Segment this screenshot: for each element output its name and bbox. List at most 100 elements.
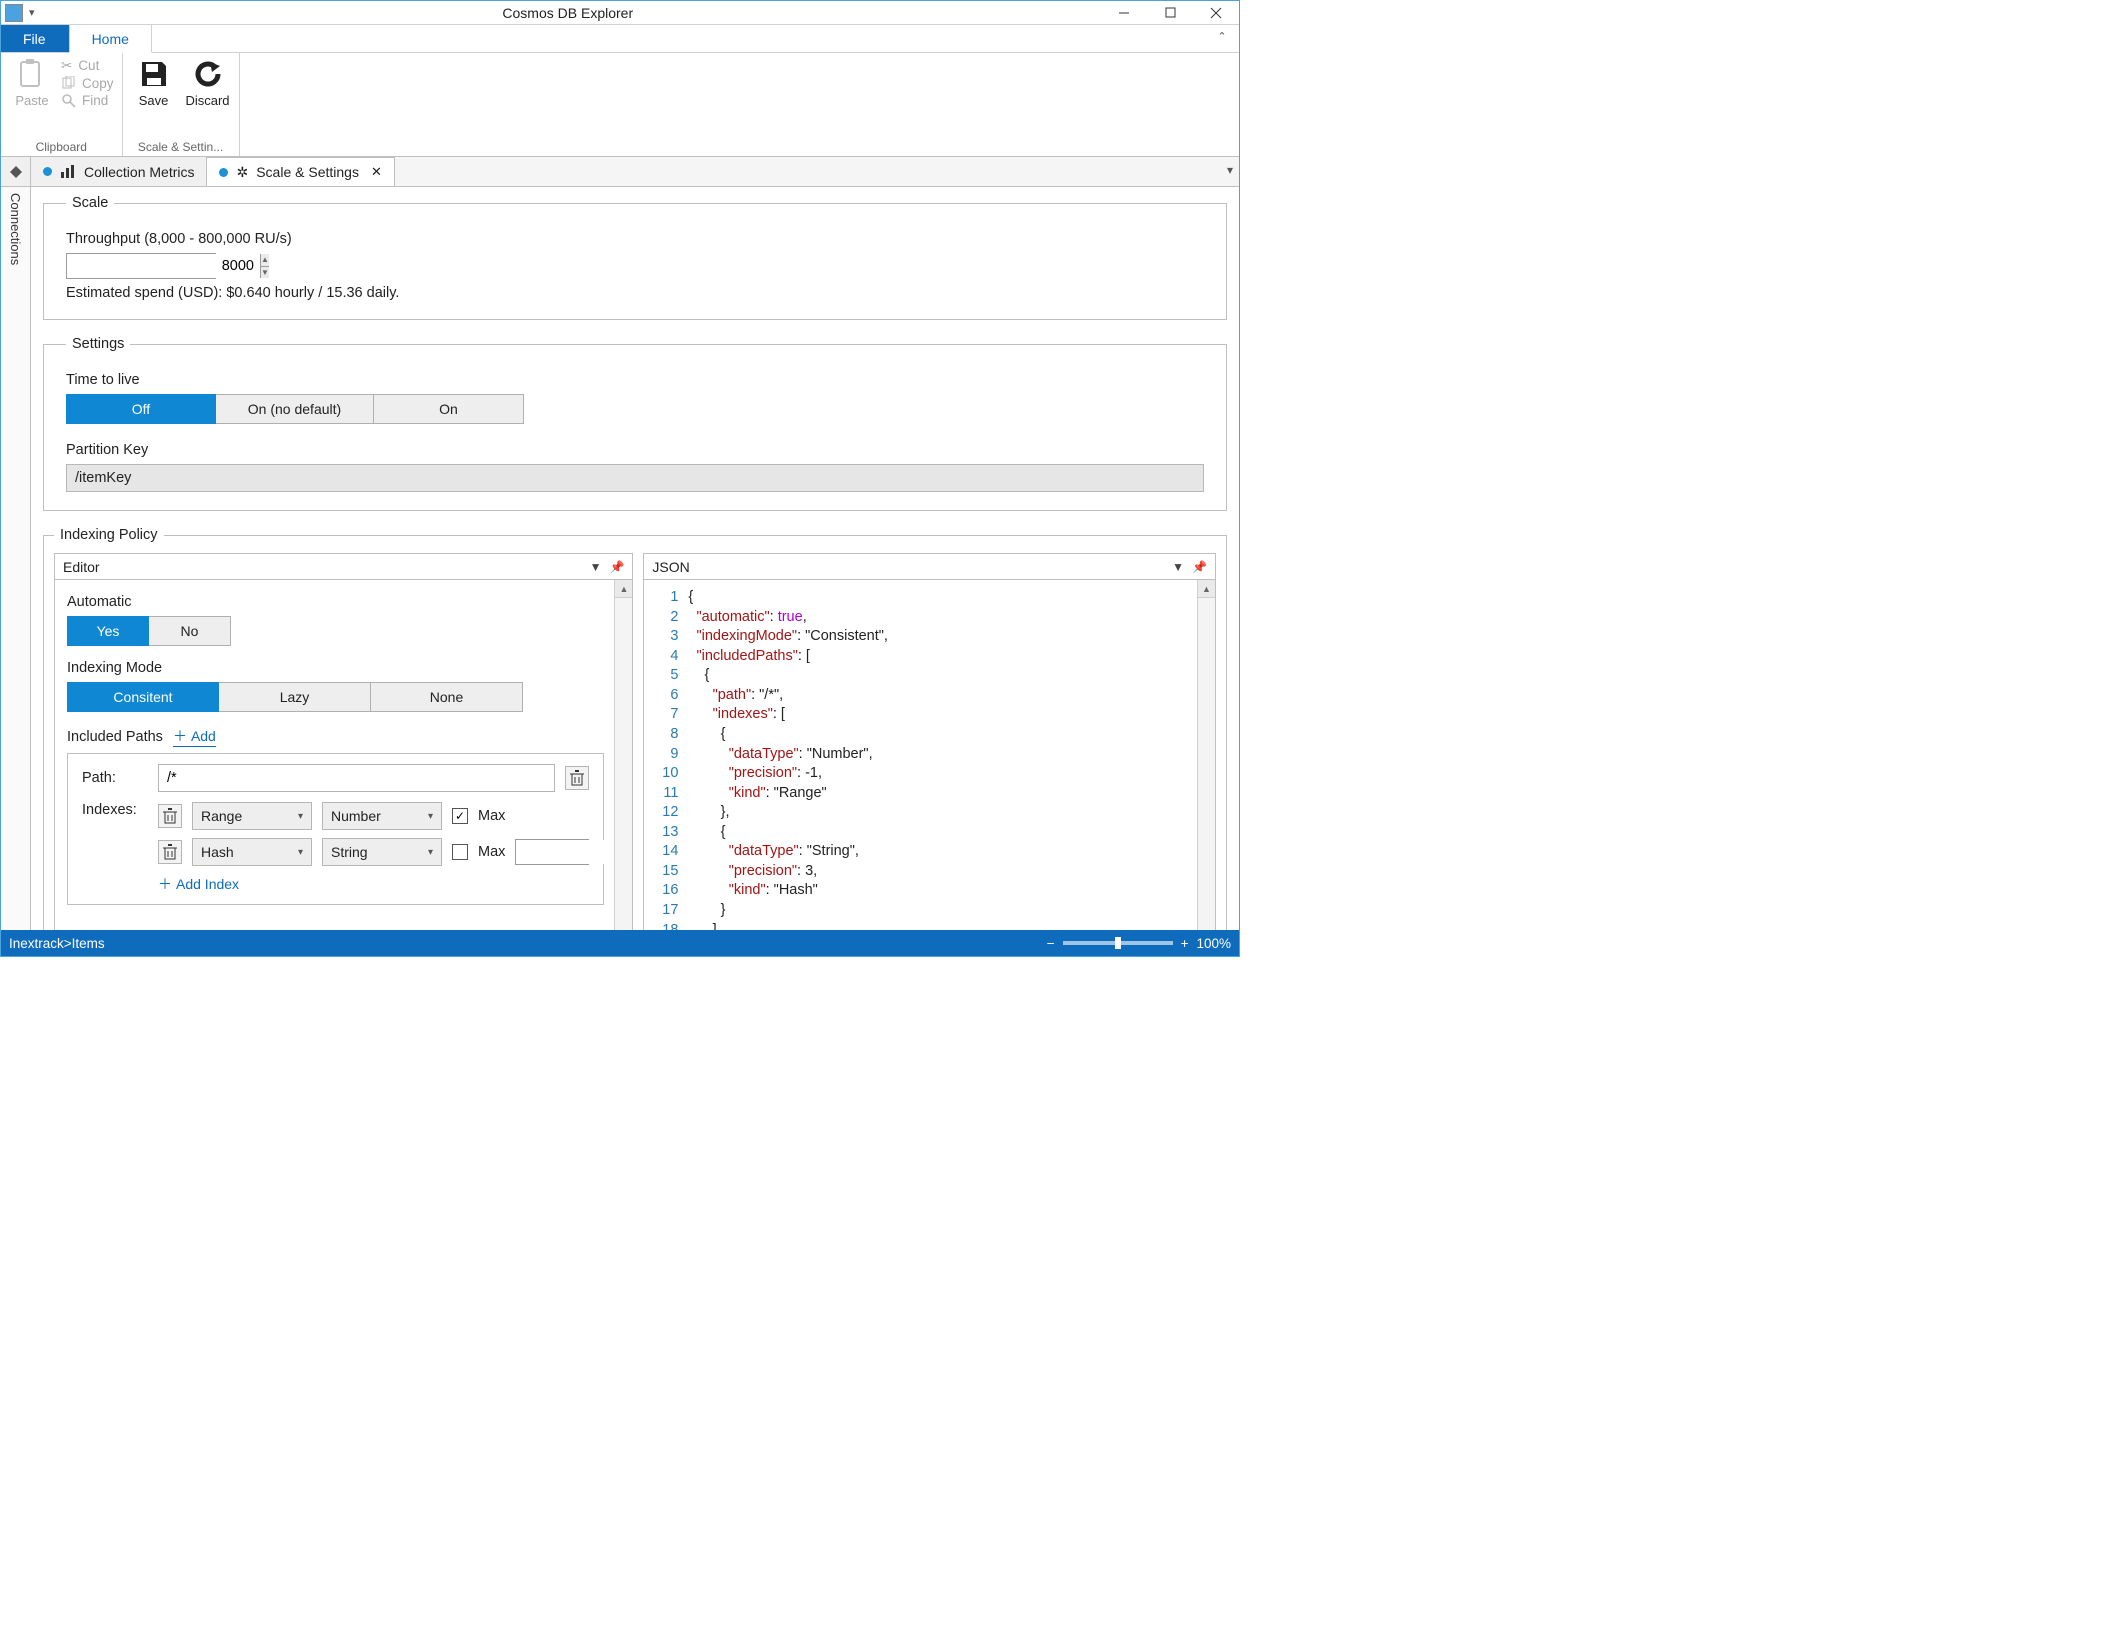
zoom-out-button[interactable]: −: [1047, 936, 1055, 951]
throughput-value-field[interactable]: [67, 254, 260, 278]
automatic-yes[interactable]: Yes: [67, 616, 149, 646]
scissors-icon: ✂: [61, 58, 72, 74]
app-window: ▾ Cosmos DB Explorer File Home ⌃: [0, 0, 1240, 957]
index-kind-value: Range: [201, 808, 242, 824]
index-datatype-select[interactable]: String▾: [322, 838, 442, 866]
throughput-input[interactable]: ▲▼: [66, 253, 216, 279]
ribbon-tabs: File Home ⌃: [1, 25, 1239, 53]
tab-file[interactable]: File: [1, 25, 69, 52]
index-datatype-value: Number: [331, 808, 381, 824]
path-input[interactable]: [158, 764, 555, 792]
copy-icon: [61, 76, 76, 91]
chevron-down-icon: ▾: [428, 811, 433, 822]
group-indexing-policy: Indexing Policy Editor ▼ 📌: [43, 527, 1227, 930]
minimize-button[interactable]: [1101, 1, 1147, 25]
ribbon-group-scale: Save Discard Scale & Settin...: [123, 53, 240, 156]
side-rail-header-icon[interactable]: [1, 157, 31, 186]
max-checkbox[interactable]: [452, 844, 468, 860]
content-scroll[interactable]: Scale Throughput (8,000 - 800,000 RU/s) …: [31, 187, 1239, 930]
spinner-down-icon[interactable]: ▼: [261, 267, 269, 279]
ribbon-collapse-icon[interactable]: ⌃: [1213, 30, 1231, 48]
ttl-option-off[interactable]: Off: [66, 394, 216, 424]
close-button[interactable]: [1193, 1, 1239, 25]
find-button[interactable]: Find: [61, 93, 114, 108]
maximize-button[interactable]: [1147, 1, 1193, 25]
indexing-mode-consistent[interactable]: Consitent: [67, 682, 219, 712]
indexing-mode-label: Indexing Mode: [67, 660, 604, 676]
window-title: Cosmos DB Explorer: [35, 5, 1101, 21]
index-kind-select[interactable]: Hash▾: [192, 838, 312, 866]
save-label: Save: [139, 93, 169, 108]
tabstrip-overflow-icon[interactable]: ▾: [1227, 163, 1233, 177]
tab-scale-settings[interactable]: ✲ Scale & Settings ✕: [207, 157, 394, 186]
status-breadcrumb: Inextrack>Items: [9, 936, 105, 951]
index-kind-select[interactable]: Range▾: [192, 802, 312, 830]
zoom-in-button[interactable]: +: [1181, 936, 1189, 951]
index-kind-value: Hash: [201, 844, 234, 860]
pin-icon[interactable]: 📌: [1192, 560, 1207, 574]
pane-menu-icon[interactable]: ▼: [1172, 560, 1184, 574]
side-panel-connections[interactable]: Connections: [1, 187, 31, 930]
group-settings-legend: Settings: [66, 336, 130, 352]
partition-key-value: /itemKey: [66, 464, 1204, 492]
save-button[interactable]: Save: [131, 57, 177, 108]
side-panel-connections-label: Connections: [8, 193, 23, 265]
window-titlebar: ▾ Cosmos DB Explorer: [1, 1, 1239, 25]
ttl-option-on-nodefault[interactable]: On (no default): [216, 394, 374, 424]
gear-icon: ✲: [236, 164, 248, 181]
paste-icon: [15, 57, 49, 91]
ttl-option-on[interactable]: On: [374, 394, 524, 424]
scale-group-label: Scale & Settin...: [131, 138, 231, 154]
pin-icon[interactable]: 📌: [609, 560, 624, 574]
automatic-no[interactable]: No: [149, 616, 231, 646]
path-label: Path:: [82, 770, 148, 786]
editor-pane: Editor ▼ 📌 ▲ ▼ Automatic: [54, 553, 633, 930]
group-settings: Settings Time to live Off On (no default…: [43, 336, 1227, 511]
json-code-view[interactable]: 1{2 "automatic": true,3 "indexingMode": …: [656, 588, 1191, 930]
index-datatype-select[interactable]: Number ▾: [322, 802, 442, 830]
tab-collection-metrics[interactable]: Collection Metrics: [31, 157, 207, 186]
scroll-up-icon[interactable]: ▲: [615, 580, 632, 598]
spinner-up-icon[interactable]: ▲: [261, 254, 269, 267]
copy-label: Copy: [82, 76, 114, 91]
ttl-toggle: Off On (no default) On: [66, 394, 1204, 424]
scrollbar[interactable]: ▲ ▼: [614, 580, 632, 930]
delete-index-button[interactable]: [158, 804, 182, 828]
indexing-mode-none[interactable]: None: [371, 682, 523, 712]
pane-menu-icon[interactable]: ▼: [590, 560, 602, 574]
plus-icon: ＋: [173, 726, 187, 746]
find-label: Find: [82, 93, 108, 108]
discard-button[interactable]: Discard: [185, 57, 231, 108]
dirty-dot-icon: [219, 168, 228, 177]
precision-input[interactable]: ▲▼: [515, 839, 589, 865]
ribbon-body: Paste ✂ Cut Copy: [1, 53, 1239, 157]
cut-button[interactable]: ✂ Cut: [61, 58, 114, 74]
group-scale-legend: Scale: [66, 195, 114, 211]
tab-home[interactable]: Home: [69, 25, 152, 53]
paste-button[interactable]: Paste: [9, 57, 55, 108]
copy-button[interactable]: Copy: [61, 76, 114, 91]
save-icon: [137, 57, 171, 91]
scroll-up-icon[interactable]: ▲: [1198, 580, 1215, 598]
json-pane-title: JSON: [652, 559, 689, 575]
document-tabstrip: Collection Metrics ✲ Scale & Settings ✕ …: [1, 157, 1239, 187]
close-tab-button[interactable]: ✕: [371, 164, 382, 180]
dirty-dot-icon: [43, 167, 52, 176]
zoom-slider[interactable]: [1063, 941, 1173, 945]
add-index-button[interactable]: ＋Add Index: [158, 874, 589, 894]
indexing-mode-lazy[interactable]: Lazy: [219, 682, 371, 712]
app-icon: [5, 4, 23, 22]
add-label: Add: [191, 728, 216, 744]
scrollbar[interactable]: ▲ ▼: [1197, 580, 1215, 930]
delete-index-button[interactable]: [158, 840, 182, 864]
json-pane: JSON ▼ 📌 ▲ ▼ 1{2 "automatic": true: [643, 553, 1216, 930]
work-area: Connections Scale Throughput (8,000 - 80…: [1, 187, 1239, 930]
add-path-button[interactable]: ＋Add: [173, 726, 216, 747]
group-scale: Scale Throughput (8,000 - 800,000 RU/s) …: [43, 195, 1227, 320]
delete-path-button[interactable]: [565, 766, 589, 790]
max-label: Max: [478, 844, 505, 860]
trash-icon: [163, 808, 177, 824]
max-label: Max: [478, 808, 505, 824]
max-checkbox[interactable]: [452, 808, 468, 824]
discard-icon: [191, 57, 225, 91]
